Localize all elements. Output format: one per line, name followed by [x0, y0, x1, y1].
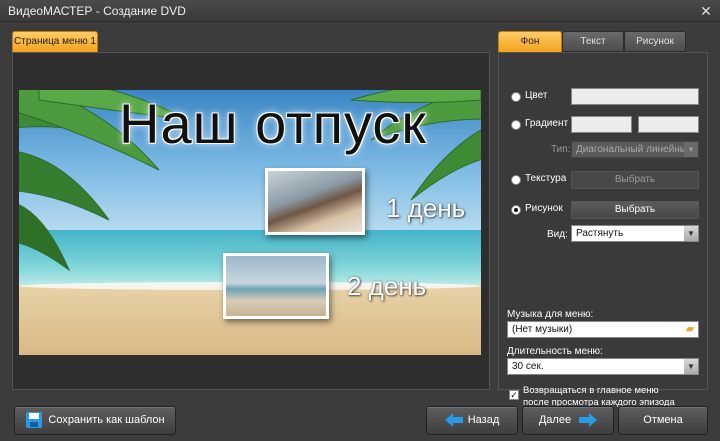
view-label: Вид: [547, 229, 568, 240]
chapter-label-2[interactable]: 2 день [347, 271, 426, 302]
return-to-menu-label-line1: Возвращаться в главное меню [523, 385, 659, 396]
next-label: Далее [538, 414, 572, 426]
return-to-menu-checkbox[interactable]: ✓ [509, 390, 519, 400]
gradient-type-value: Диагональный линейный гр [576, 144, 699, 155]
radio-texture[interactable] [511, 175, 521, 185]
view-value: Растянуть [576, 228, 624, 239]
color-swatch-field[interactable] [571, 88, 699, 105]
view-select[interactable]: Растянуть ▼ [571, 225, 699, 242]
save-template-label: Сохранить как шаблон [48, 414, 165, 426]
chevron-down-icon: ▼ [684, 142, 698, 157]
texture-choose-button[interactable]: Выбрать [571, 171, 699, 189]
folder-icon[interactable]: ▰ [683, 323, 697, 336]
gradient-color-1[interactable] [571, 116, 632, 133]
window-title: ВидеоМАСТЕР - Создание DVD [8, 4, 186, 18]
back-button[interactable]: Назад [426, 406, 518, 435]
music-label: Музыка для меню: [507, 309, 594, 320]
radio-gradient-label: Градиент [525, 118, 569, 129]
image-choose-button[interactable]: Выбрать [571, 201, 699, 219]
duration-select[interactable]: 30 сек. ▼ [507, 358, 699, 375]
cancel-button[interactable]: Отмена [618, 406, 708, 435]
next-button[interactable]: Далее [522, 406, 614, 435]
title-bar: ВидеоМАСТЕР - Создание DVD ✕ [0, 0, 720, 22]
chapter-thumbnail-2[interactable] [223, 253, 329, 319]
chevron-down-icon: ▼ [684, 359, 698, 374]
radio-texture-label: Текстура [525, 173, 567, 184]
chapter-thumbnail-1[interactable] [265, 168, 365, 235]
music-value: (Нет музыки) [512, 324, 573, 335]
chapter-thumbnail-image [268, 171, 362, 232]
floppy-disk-icon [26, 412, 43, 429]
menu-preview-panel: Наш отпуск 1 день 2 день [12, 52, 490, 390]
menu-title: Наш отпуск [119, 92, 427, 155]
gradient-color-2[interactable] [638, 116, 699, 133]
gradient-type-label: Тип: [551, 144, 571, 155]
menu-preview-canvas: Наш отпуск 1 день 2 день [19, 90, 481, 355]
tab-image[interactable]: Рисунок [624, 31, 686, 52]
tab-menu-page-1[interactable]: Страница меню 1 [12, 31, 98, 52]
chevron-down-icon: ▼ [684, 226, 698, 241]
radio-color[interactable] [511, 92, 521, 102]
duration-value: 30 сек. [512, 361, 544, 372]
arrow-left-icon [444, 413, 463, 428]
chapter-thumbnail-image [226, 256, 326, 316]
background-settings-panel: Цвет Градиент Тип: Диагональный линейный… [498, 52, 708, 408]
close-icon[interactable]: ✕ [698, 3, 714, 19]
arrow-right-icon [579, 413, 598, 428]
music-field[interactable]: (Нет музыки) ▰ [507, 321, 699, 338]
chapter-label-1[interactable]: 1 день [386, 193, 465, 224]
radio-image[interactable] [511, 205, 521, 215]
radio-color-label: Цвет [525, 90, 548, 101]
save-template-button[interactable]: Сохранить как шаблон [14, 406, 176, 435]
radio-image-label: Рисунок [525, 203, 563, 214]
tab-background[interactable]: Фон [498, 31, 562, 52]
dialog-body: Страница меню 1 Наш отпуск 1 день 2 день… [0, 22, 720, 441]
tab-text[interactable]: Текст [562, 31, 624, 52]
back-label: Назад [467, 414, 500, 426]
duration-label: Длительность меню: [507, 346, 603, 357]
radio-gradient[interactable] [511, 120, 521, 130]
gradient-type-select[interactable]: Диагональный линейный гр ▼ [571, 141, 699, 158]
